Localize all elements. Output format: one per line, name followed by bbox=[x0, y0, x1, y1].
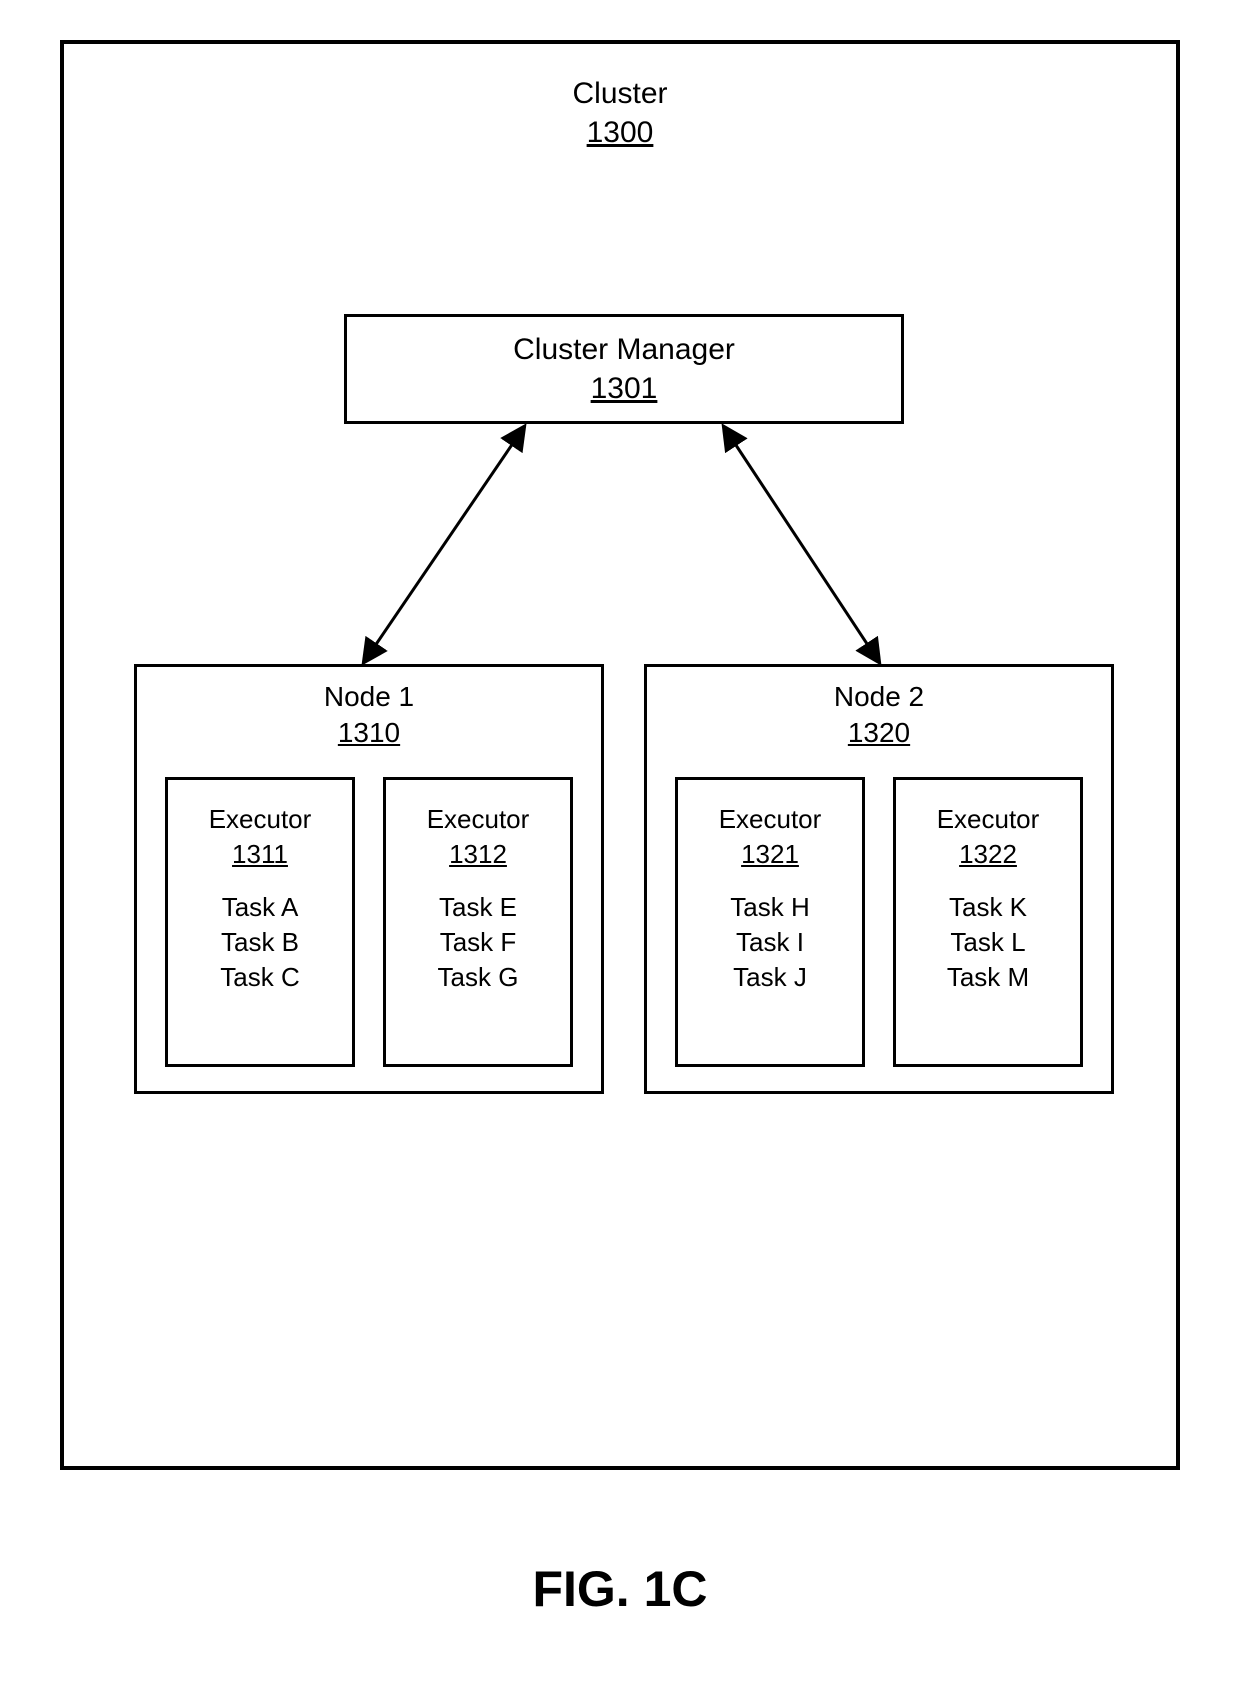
executor-ref: 1322 bbox=[896, 837, 1080, 872]
executor-ref: 1311 bbox=[168, 837, 352, 872]
task-item: Task C bbox=[168, 960, 352, 995]
node-2-executors: Executor 1321 Task H Task I Task J Execu… bbox=[647, 777, 1111, 1067]
task-item: Task F bbox=[386, 925, 570, 960]
node-1-title: Node 1 1310 bbox=[137, 679, 601, 752]
task-item: Task A bbox=[168, 890, 352, 925]
manager-label: Cluster Manager bbox=[347, 330, 901, 369]
node-2-ref: 1320 bbox=[848, 717, 910, 748]
task-item: Task M bbox=[896, 960, 1080, 995]
executor-label: Executor bbox=[719, 804, 822, 834]
executor-1311-box: Executor 1311 Task A Task B Task C bbox=[165, 777, 355, 1067]
manager-ref: 1301 bbox=[347, 369, 901, 408]
task-item: Task H bbox=[678, 890, 862, 925]
node-1-label: Node 1 bbox=[324, 681, 414, 712]
executor-label: Executor bbox=[937, 804, 1040, 834]
node-2-title: Node 2 1320 bbox=[647, 679, 1111, 752]
node-1-executors: Executor 1311 Task A Task B Task C Execu… bbox=[137, 777, 601, 1067]
task-item: Task G bbox=[386, 960, 570, 995]
task-item: Task K bbox=[896, 890, 1080, 925]
executor-ref: 1321 bbox=[678, 837, 862, 872]
cluster-box: Cluster 1300 Cluster Manager 1301 Node 1… bbox=[60, 40, 1180, 1470]
executor-1321-box: Executor 1321 Task H Task I Task J bbox=[675, 777, 865, 1067]
executor-ref: 1312 bbox=[386, 837, 570, 872]
executor-1322-box: Executor 1322 Task K Task L Task M bbox=[893, 777, 1083, 1067]
task-item: Task B bbox=[168, 925, 352, 960]
node-1-ref: 1310 bbox=[338, 717, 400, 748]
cluster-title: Cluster 1300 bbox=[64, 74, 1176, 152]
cluster-label: Cluster bbox=[572, 77, 667, 110]
executor-label: Executor bbox=[427, 804, 530, 834]
task-item: Task L bbox=[896, 925, 1080, 960]
cluster-manager-box: Cluster Manager 1301 bbox=[344, 314, 904, 424]
node-2-box: Node 2 1320 Executor 1321 Task H Task I … bbox=[644, 664, 1114, 1094]
node-2-label: Node 2 bbox=[834, 681, 924, 712]
task-item: Task I bbox=[678, 925, 862, 960]
figure-caption: FIG. 1C bbox=[0, 1560, 1240, 1618]
executor-label: Executor bbox=[209, 804, 312, 834]
task-item: Task E bbox=[386, 890, 570, 925]
executor-1312-box: Executor 1312 Task E Task F Task G bbox=[383, 777, 573, 1067]
node-1-box: Node 1 1310 Executor 1311 Task A Task B … bbox=[134, 664, 604, 1094]
cluster-ref: 1300 bbox=[587, 116, 654, 149]
task-item: Task J bbox=[678, 960, 862, 995]
